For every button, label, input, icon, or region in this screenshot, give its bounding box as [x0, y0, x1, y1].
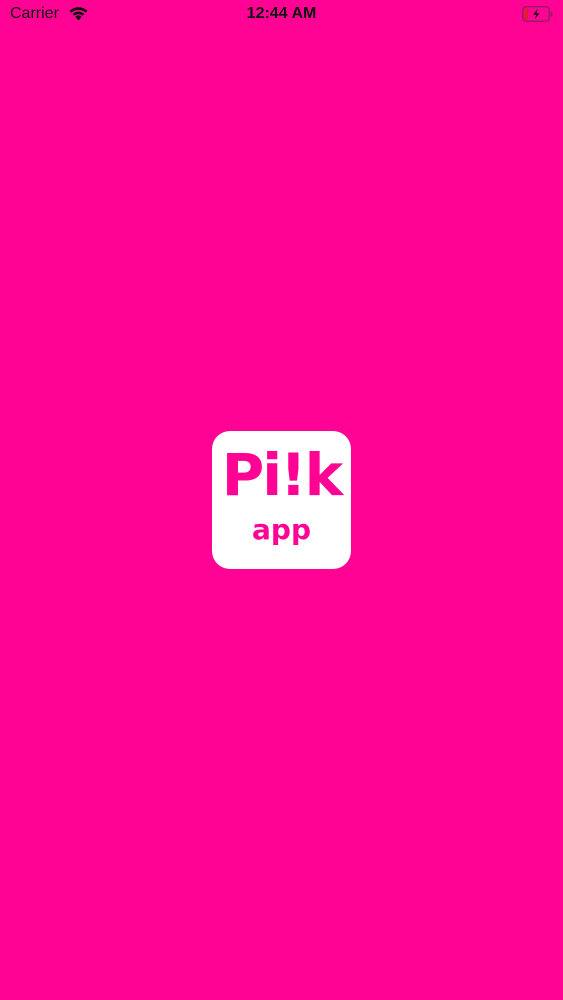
logo-subtext: app: [252, 513, 311, 546]
status-bar: Carrier 12:44 AM: [0, 0, 563, 30]
battery-charging-icon: [522, 6, 553, 22]
splash-screen: { "status_bar": { "carrier": "Carrier", …: [0, 0, 563, 1000]
app-logo: Pi!k app: [212, 431, 351, 569]
status-time: 12:44 AM: [246, 5, 317, 22]
logo-wordmark: Pi!k: [221, 441, 343, 509]
